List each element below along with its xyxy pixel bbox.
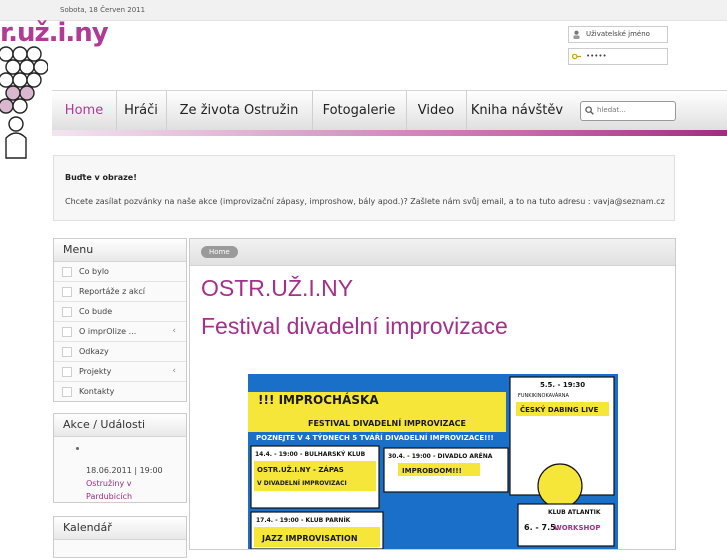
bullet-box-icon: [62, 327, 72, 337]
menu-item-odkazy[interactable]: Odkazy: [54, 342, 186, 362]
main-navigation: Home Hráči Ze života Ostružin Fotogaleri…: [52, 90, 727, 132]
bullet-box-icon: [62, 307, 72, 317]
poster-e1-name: OSTR.UŽ.I.NY - ZÁPAS: [257, 465, 344, 474]
search-input[interactable]: hledat...: [580, 101, 676, 121]
events-title: Akce / Události: [54, 414, 186, 437]
page-subtitle: Festival divadelní improvizace: [201, 313, 508, 339]
menu-item-label: Kontakty: [79, 387, 115, 396]
calendar-module: Kalendář: [53, 516, 187, 558]
top-bar: Sobota, 18 Červen 2011: [0, 0, 727, 21]
menu-module: Menu Co bylo Reportáže z akcí Co bude O …: [53, 238, 187, 402]
poster-e3-name: ČESKÝ DABING LIVE: [520, 405, 599, 414]
bullet-box-icon: [62, 287, 72, 297]
nav-fotogalerie[interactable]: Fotogalerie: [312, 91, 407, 131]
bullet-icon: [76, 447, 79, 450]
menu-item-label: Co bude: [79, 307, 113, 316]
menu-item-projekty[interactable]: Projekty ‹: [54, 362, 186, 382]
event-date: 18.06.2011 | 19:00: [86, 466, 163, 475]
bullet-box-icon: [62, 267, 72, 277]
menu-title: Menu: [54, 239, 186, 262]
nav-hraci[interactable]: Hráči: [116, 91, 167, 131]
password-value: •••••: [586, 52, 607, 60]
search-placeholder: hledat...: [597, 106, 626, 114]
poster-subtitle: FESTIVAL DIVADELNÍ IMPROVIZACE: [308, 417, 466, 428]
menu-item-label: Co bylo: [79, 267, 109, 276]
poster-e3-place: FUNKIKINOKAVÁRNA: [518, 392, 569, 399]
poster-mascot-head: [537, 463, 583, 509]
bullet-box-icon: [62, 387, 72, 397]
festival-poster[interactable]: !!! IMPROCHÁSKA FESTIVAL DIVADELNÍ IMPRO…: [248, 374, 618, 549]
menu-item-label: Projekty: [79, 367, 112, 376]
page-title: OSTR.UŽ.I.NY: [201, 275, 354, 301]
user-icon: [573, 30, 580, 39]
login-box: Uživatelské jméno •••••: [561, 20, 673, 68]
menu-item-label: Odkazy: [79, 347, 109, 356]
notice-text: Chcete zasílat pozvánky na naše akce (im…: [65, 197, 665, 206]
username-field[interactable]: Uživatelské jméno: [568, 26, 668, 43]
menu-item-co-bude[interactable]: Co bude: [54, 302, 186, 322]
nav-video[interactable]: Video: [406, 91, 467, 131]
search-icon: [585, 106, 594, 115]
poster-title-line: !!! IMPROCHÁSKA: [258, 392, 379, 407]
event-link-line1[interactable]: Ostružiny v: [86, 477, 186, 490]
menu-item-label: Reportáže z akcí: [79, 287, 145, 296]
menu-item-co-bylo[interactable]: Co bylo: [54, 262, 186, 282]
main-content: Home OSTR.UŽ.I.NY Festival divadelní imp…: [189, 238, 676, 550]
poster-tagline: POZNEJTE V 4 TÝDNECH 5 TVÁŘÍ DIVADELNÍ I…: [256, 433, 494, 442]
poster-e4-time: 17.4. - 19:00 - KLUB PARNÍK: [256, 516, 351, 524]
key-icon: [572, 53, 581, 60]
current-date: Sobota, 18 Červen 2011: [60, 6, 146, 14]
nav-home[interactable]: Home: [52, 91, 117, 131]
poster-e5-name: WORKSHOP: [554, 524, 600, 532]
menu-item-kontakty[interactable]: Kontakty: [54, 382, 186, 401]
menu-item-label: O imprOlize ...: [79, 327, 137, 336]
poster-e2-time: 30.4. - 19:00 - DIVADLO ARÉNA: [388, 452, 493, 460]
calendar-title: Kalendář: [54, 517, 186, 540]
notice-box: Buďte v obraze! Chcete zasílat pozvánky …: [53, 155, 675, 221]
breadcrumb: Home: [190, 239, 675, 266]
poster-e2-name: IMPROBOOM!!!: [402, 467, 462, 475]
poster-e4-name: JAZZ IMPROVISATION: [261, 534, 358, 543]
menu-item-o-improlize[interactable]: O imprOlize ... ‹: [54, 322, 186, 342]
poster-e3-time: 5.5. - 19:30: [540, 381, 585, 389]
chevron-left-icon: ‹: [172, 366, 176, 376]
nav-ze-zivota-ostruzin[interactable]: Ze života Ostružin: [166, 91, 313, 131]
username-placeholder: Uživatelské jméno: [586, 30, 650, 38]
events-module: Akce / Události 18.06.2011 | 19:00 Ostru…: [53, 413, 187, 503]
nav-accent-bar: [52, 130, 727, 136]
bullet-box-icon: [62, 367, 72, 377]
chevron-left-icon: ‹: [172, 326, 176, 336]
notice-title: Buďte v obraze!: [65, 173, 137, 182]
logo-figures: [0, 46, 48, 159]
event-link-line2[interactable]: Pardubicích: [86, 490, 186, 503]
nav-kniha-navstev[interactable]: Kniha návštěv: [466, 91, 568, 131]
bullet-box-icon: [62, 347, 72, 357]
poster-e1-name2: V DIVADELNÍ IMPROVIZACI: [257, 479, 347, 487]
menu-item-reportaze[interactable]: Reportáže z akcí: [54, 282, 186, 302]
password-field[interactable]: •••••: [568, 48, 668, 65]
breadcrumb-home[interactable]: Home: [201, 246, 238, 258]
poster-e1-time: 14.4. - 19:00 - BULHARSKÝ KLUB: [255, 451, 366, 458]
poster-e5-place: KLUB ATLANTIK: [548, 509, 601, 516]
